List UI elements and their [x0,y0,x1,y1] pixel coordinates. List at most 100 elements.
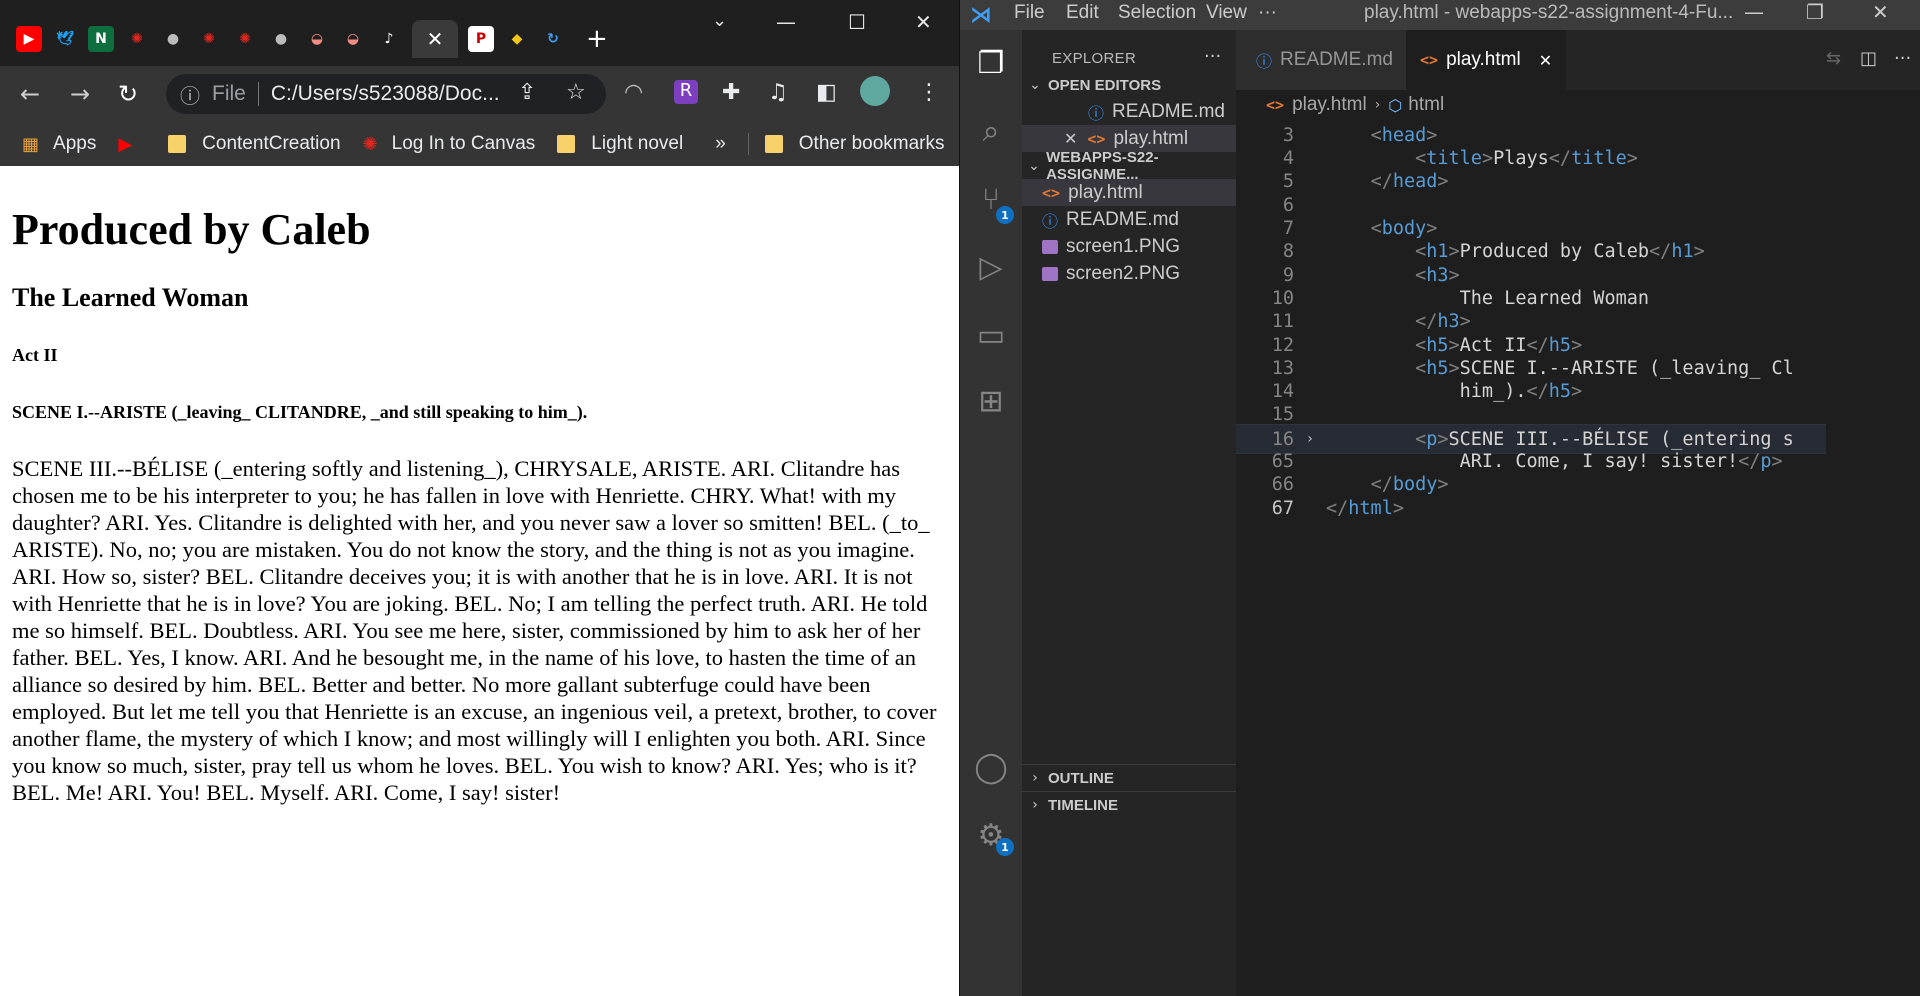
bookmark-contentcreation[interactable]: ContentCreation [168,133,341,155]
cake-tab-icon[interactable]: ◒ [340,26,366,52]
active-tab[interactable]: ✕ [412,20,458,58]
accounts-icon[interactable]: ◯ [972,748,1010,786]
new-tab-button[interactable]: + [586,24,608,54]
tab-readme[interactable]: ⓘ README.md [1236,30,1406,90]
file-play-html[interactable]: <> play.html [1022,179,1236,206]
tiktok-tab-icon[interactable]: ♪ [376,26,402,52]
menu-kebab-icon[interactable]: ⋮ [918,80,940,105]
address-bar[interactable]: ⓘ File C:/Users/s523088/Doc... [166,74,606,114]
url-text[interactable]: C:/Users/s523088/Doc... [271,82,500,106]
line-number: 11 [1271,311,1294,333]
play-paragraph: SCENE III.--BÉLISE (_entering softly and… [12,456,937,805]
explorer-icon[interactable]: ❐ [972,44,1010,82]
extension-r-icon[interactable]: R [674,80,698,104]
canvas-tab-icon[interactable]: ✺ [196,26,222,52]
fold-chevron-icon[interactable]: › [1294,431,1326,447]
forward-icon[interactable]: → [70,80,90,108]
minimize-icon[interactable]: — [776,10,796,34]
bookmarks-overflow[interactable]: » [715,133,726,155]
remote-explorer-icon[interactable]: ▭ [972,316,1010,354]
code-text: him_).</h5> [1326,381,1583,403]
run-debug-icon[interactable]: ▷ [972,248,1010,286]
sync-tab-icon[interactable]: ↻ [540,26,566,52]
code-editor[interactable]: 2<html>3 <head>4 <title>Plays</title>5 <… [1236,120,1826,996]
explorer-more-icon[interactable]: ··· [1204,46,1221,67]
file-screen2[interactable]: screen2.PNG [1022,260,1236,287]
bookmark-light-novel[interactable]: Light novel [557,133,683,155]
side-panel-icon[interactable]: ◧ [816,80,837,105]
avatar[interactable] [860,76,890,106]
outline-section[interactable]: › OUTLINE [1022,764,1236,791]
bookmark-other[interactable]: Other bookmarks [747,133,945,155]
menu-edit[interactable]: Edit [1066,2,1099,24]
maximize-icon[interactable]: ☐ [848,10,866,34]
bookmark-star-icon[interactable]: ☆ [566,80,586,105]
split-editor-icon[interactable]: ◫ [1860,48,1877,69]
menu-more[interactable]: ··· [1258,2,1277,24]
breadcrumb-symbol[interactable]: html [1408,94,1444,116]
close-icon[interactable]: ✕ [1064,129,1077,148]
back-icon[interactable]: ← [20,80,40,108]
media-control-icon[interactable]: ♫ [768,80,788,105]
tab-search-icon[interactable]: ⌄ [712,10,727,31]
browser-toolbar: ← → ↻ ⓘ File C:/Users/s523088/Doc... ⇪ ☆… [0,66,959,122]
twitter-tab-icon[interactable]: 🕊 [52,26,78,52]
settings-badge: 1 [996,838,1014,856]
compare-icon[interactable]: ⇆ [1826,48,1841,69]
menu-view[interactable]: View [1206,2,1247,24]
github-tab-icon[interactable]: ● [268,26,294,52]
info-icon[interactable]: ⓘ [180,80,200,109]
youtube-tab-icon[interactable]: ▶ [16,26,42,52]
vscode-logo-icon[interactable]: ⋊ [970,3,992,28]
code-text: The Learned Woman [1326,287,1650,309]
github-tab-icon[interactable]: ● [160,26,186,52]
canvas-tab-icon[interactable]: ✺ [124,26,150,52]
reload-icon[interactable]: ↻ [118,80,138,108]
pinned-tabs: ▶ 🕊 N ✺ ● ✺ ✺ ● ◒ ◒ ♪ ✕ P ◆ ↻ + [16,20,608,58]
code-text: <h5>Act II</h5> [1415,334,1583,356]
timeline-section[interactable]: › TIMELINE [1022,791,1236,818]
cake-tab-icon[interactable]: ◒ [304,26,330,52]
extensions-icon[interactable]: ✚ [722,80,740,105]
python-tab-icon[interactable]: ◆ [504,26,530,52]
open-editor-play[interactable]: ✕ <> play.html [1022,125,1236,152]
bookmark-youtube[interactable]: ▶ [118,134,146,155]
menu-selection[interactable]: Selection [1118,2,1196,24]
restore-icon[interactable]: ❐ [1806,0,1824,24]
code-text: <body> [1370,218,1438,239]
workspace-section[interactable]: ⌄ WEBAPPS-S22-ASSIGNME... [1022,149,1236,183]
open-editor-readme[interactable]: ⓘ README.md [1022,98,1236,125]
menu-file[interactable]: File [1014,2,1045,24]
extensions-icon[interactable]: ⊞ [972,382,1010,420]
close-window-icon[interactable]: ✕ [915,10,932,34]
share-icon[interactable]: ⇪ [518,80,536,105]
minimize-icon[interactable]: — [1744,0,1764,24]
open-editors-section[interactable]: ⌄ OPEN EDITORS [1022,72,1236,98]
extension-arc-icon[interactable]: ◠ [624,80,643,105]
n-tab-icon[interactable]: N [88,26,114,52]
html-file-icon: <> [1266,96,1285,114]
close-icon[interactable]: ✕ [1539,51,1552,70]
file-screen1[interactable]: screen1.PNG [1022,233,1236,260]
more-actions-icon[interactable]: ··· [1894,48,1911,69]
image-file-icon [1042,239,1058,254]
bookmark-canvas[interactable]: ✺ Log In to Canvas [363,133,536,155]
pdf-tab-icon[interactable]: P [468,26,494,52]
code-text: <h5>SCENE I.--ARISTE (_leaving_ Cl [1415,357,1794,379]
browser-window: ▶ 🕊 N ✺ ● ✺ ✺ ● ◒ ◒ ♪ ✕ P ◆ ↻ + ⌄ — ☐ ✕ … [0,0,960,996]
file-readme[interactable]: ⓘ README.md [1022,206,1236,233]
code-text: <head> [1370,124,1438,146]
close-window-icon[interactable]: ✕ [1872,0,1889,24]
close-icon[interactable]: ✕ [427,27,444,51]
bookmark-apps[interactable]: ▦ Apps [22,133,96,155]
breadcrumb-file[interactable]: play.html [1292,94,1367,116]
canvas-tab-icon[interactable]: ✺ [232,26,258,52]
minimap[interactable] [1866,120,1920,996]
symbol-icon: ⬡ [1388,95,1403,115]
html-file-icon: <> [1420,51,1439,69]
tab-play-html[interactable]: <> play.html ✕ [1406,30,1566,90]
code-line[interactable]: 67 </html> [1236,494,1826,522]
search-icon[interactable]: ⌕ [972,112,1010,150]
line-number: 65 [1271,451,1294,472]
bookmarks-bar: ▦ Apps ▶ ContentCreation ✺ Log In to Canva… [0,122,959,166]
